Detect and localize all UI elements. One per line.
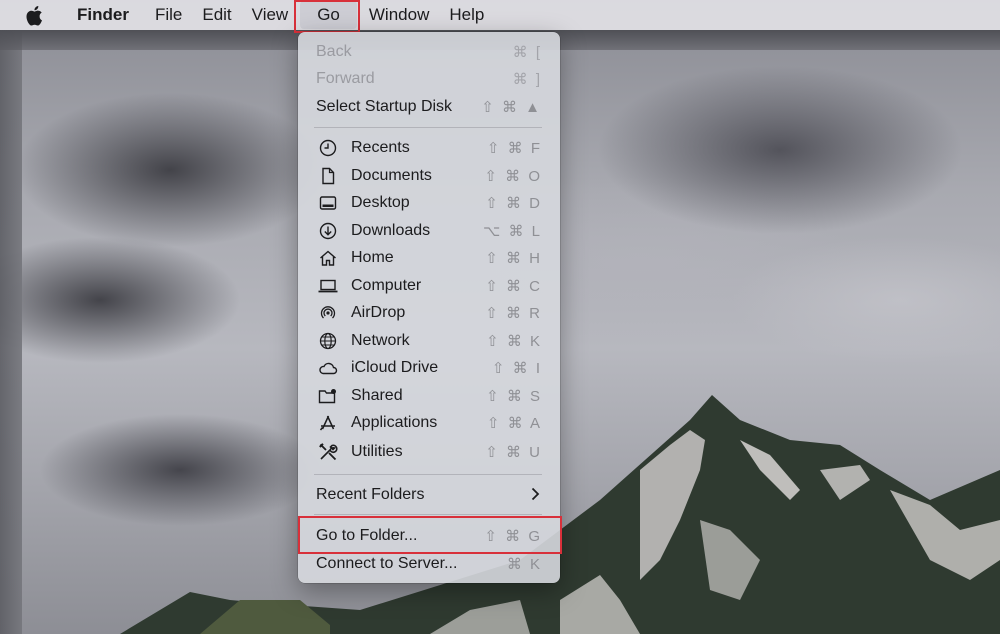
menu-item-label: iCloud Drive xyxy=(351,358,439,376)
home-icon xyxy=(318,248,338,268)
menu-item-go-to-folder[interactable]: Go to Folder... ⇧ ⌘ G xyxy=(304,522,554,549)
menu-bar: Finder File Edit View Go Window Help xyxy=(0,0,1000,30)
menu-file[interactable]: File xyxy=(145,1,192,29)
applications-icon xyxy=(318,413,338,433)
menu-item-shortcut: ⌘ K xyxy=(506,555,542,573)
cloud-icon xyxy=(318,358,338,378)
menu-item-label: Utilities xyxy=(351,442,403,460)
menu-item-shortcut: ⌘ ] xyxy=(512,70,542,88)
menu-item-downloads[interactable]: Downloads ⌥ ⌘ L xyxy=(304,217,554,244)
clock-icon xyxy=(318,138,338,158)
menu-help[interactable]: Help xyxy=(439,1,494,29)
menu-item-shortcut: ⇧ ⌘ S xyxy=(486,387,542,405)
menu-item-label: Applications xyxy=(351,413,438,431)
globe-icon xyxy=(318,331,338,351)
menu-item-recent-folders[interactable]: Recent Folders xyxy=(304,481,554,508)
menu-item-label: Desktop xyxy=(351,193,410,211)
menu-separator xyxy=(314,127,542,128)
menu-item-shortcut: ⇧ ⌘ O xyxy=(484,167,542,185)
menu-go[interactable]: Go xyxy=(300,1,357,29)
menu-item-airdrop[interactable]: AirDrop ⇧ ⌘ R xyxy=(304,299,554,326)
shared-folder-icon xyxy=(318,386,338,406)
menu-item-utilities[interactable]: Utilities ⇧ ⌘ U xyxy=(304,438,554,465)
menu-item-shortcut: ⇧ ⌘ R xyxy=(485,304,542,322)
menu-item-shortcut: ⇧ ⌘ C xyxy=(485,277,542,295)
download-icon xyxy=(318,221,338,241)
menu-item-shared[interactable]: Shared ⇧ ⌘ S xyxy=(304,382,554,409)
menu-separator xyxy=(314,514,542,515)
menu-item-shortcut: ⇧ ⌘ ▲ xyxy=(481,98,542,116)
menu-item-shortcut: ⇧ ⌘ H xyxy=(485,249,542,267)
menu-item-shortcut: ⌥ ⌘ L xyxy=(483,222,542,240)
menu-item-back[interactable]: Back ⌘ [ xyxy=(304,38,554,65)
menu-item-shortcut: ⇧ ⌘ G xyxy=(484,527,542,545)
menu-item-applications[interactable]: Applications ⇧ ⌘ A xyxy=(304,409,554,436)
menu-item-shortcut: ⇧ ⌘ F xyxy=(486,139,542,157)
menu-item-label: Shared xyxy=(351,386,403,404)
menu-item-shortcut: ⌘ [ xyxy=(512,43,542,61)
menu-item-documents[interactable]: Documents ⇧ ⌘ O xyxy=(304,162,554,189)
menu-item-computer[interactable]: Computer ⇧ ⌘ C xyxy=(304,272,554,299)
menu-item-label: Home xyxy=(351,248,394,266)
chevron-right-icon xyxy=(530,487,540,506)
desktop-icon xyxy=(318,193,338,213)
menu-item-label: Forward xyxy=(316,69,375,87)
go-menu-dropdown: Back ⌘ [ Forward ⌘ ] Select Startup Disk… xyxy=(298,32,560,583)
menu-item-forward[interactable]: Forward ⌘ ] xyxy=(304,65,554,92)
menu-item-label: Downloads xyxy=(351,221,431,239)
menu-window[interactable]: Window xyxy=(359,1,439,29)
menu-item-label: Back xyxy=(316,42,352,60)
menu-finder[interactable]: Finder xyxy=(67,1,139,29)
menu-item-shortcut: ⇧ ⌘ A xyxy=(486,414,542,432)
menu-item-label: Go to Folder... xyxy=(316,526,418,544)
menu-item-network[interactable]: Network ⇧ ⌘ K xyxy=(304,327,554,354)
menu-item-icloud-drive[interactable]: iCloud Drive ⇧ ⌘ I xyxy=(304,354,554,381)
menu-item-shortcut: ⇧ ⌘ D xyxy=(485,194,542,212)
menu-item-label: Network xyxy=(351,331,410,349)
menu-item-shortcut: ⇧ ⌘ U xyxy=(485,443,542,461)
menu-item-label: Connect to Server... xyxy=(316,554,458,572)
menu-item-label: Recent Folders xyxy=(316,485,425,503)
apple-logo-icon[interactable] xyxy=(25,4,45,26)
utilities-icon xyxy=(318,442,338,462)
menu-item-select-startup-disk[interactable]: Select Startup Disk ⇧ ⌘ ▲ xyxy=(304,93,554,120)
airdrop-icon xyxy=(318,303,338,323)
menu-item-shortcut: ⇧ ⌘ K xyxy=(486,332,542,350)
menu-item-label: AirDrop xyxy=(351,303,406,321)
document-icon xyxy=(318,166,338,186)
menu-view[interactable]: View xyxy=(242,1,299,29)
menu-item-label: Documents xyxy=(351,166,432,184)
menu-item-shortcut: ⇧ ⌘ I xyxy=(491,359,542,377)
menu-item-home[interactable]: Home ⇧ ⌘ H xyxy=(304,244,554,271)
menu-item-desktop[interactable]: Desktop ⇧ ⌘ D xyxy=(304,189,554,216)
menu-item-connect-to-server[interactable]: Connect to Server... ⌘ K xyxy=(304,550,554,577)
menu-item-label: Computer xyxy=(351,276,422,294)
menu-item-label: Select Startup Disk xyxy=(316,97,453,115)
menu-item-recents[interactable]: Recents ⇧ ⌘ F xyxy=(304,134,554,161)
menu-edit[interactable]: Edit xyxy=(192,1,241,29)
menu-item-label: Recents xyxy=(351,138,410,156)
menu-separator xyxy=(314,474,542,475)
laptop-icon xyxy=(318,276,338,296)
